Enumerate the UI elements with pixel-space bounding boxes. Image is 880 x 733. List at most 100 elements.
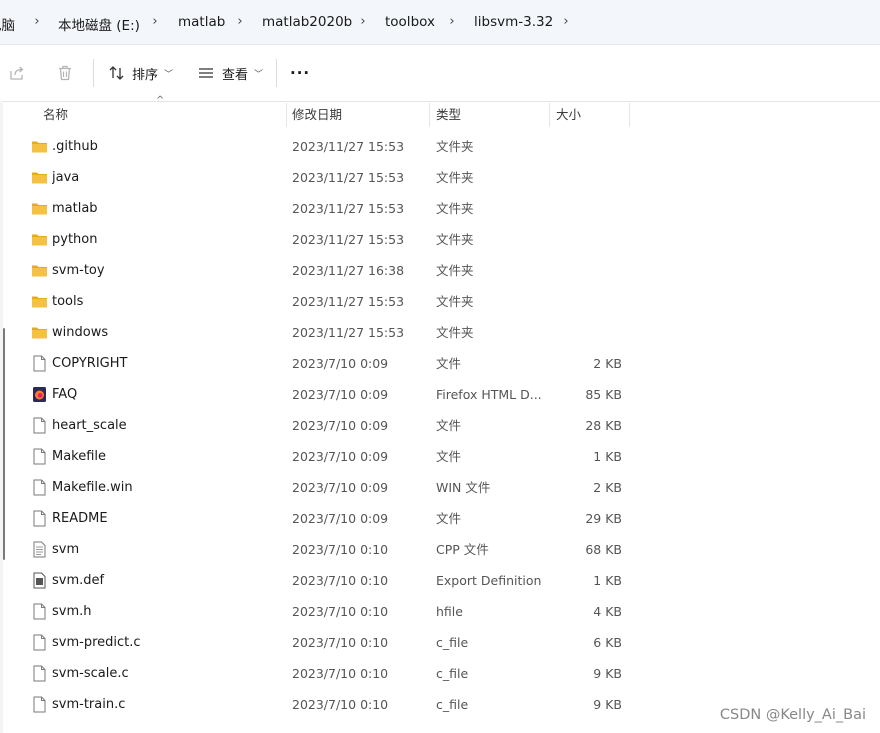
file-row[interactable]: windows 2023/11/27 15:53 文件夹 [0,317,880,348]
file-row[interactable]: svm 2023/7/10 0:10 CPP 文件 68 KB [0,534,880,565]
file-icon [31,479,48,496]
breadcrumb-item-drive[interactable]: 本地磁盘 (E:) [58,14,140,34]
chevron-right-icon: › [449,14,455,29]
file-row[interactable]: tools 2023/11/27 15:53 文件夹 [0,286,880,317]
column-header-name[interactable]: 名称 [43,101,283,129]
file-date-modified: 2023/11/27 15:53 [292,232,405,247]
share-icon [10,66,24,80]
file-name: Makefile [52,449,107,464]
file-row[interactable]: Makefile 2023/7/10 0:09 文件 1 KB [0,441,880,472]
file-type: WIN 文件 [436,480,491,495]
file-name: COPYRIGHT [52,356,128,371]
file-name: java [52,170,80,185]
chevron-right-icon[interactable]: › [559,14,573,29]
chevron-right-icon: › [34,14,40,29]
file-row[interactable]: matlab 2023/11/27 15:53 文件夹 [0,193,880,224]
file-type: 文件 [436,356,462,371]
file-row[interactable]: svm.def 2023/7/10 0:10 Export Definition..… [0,565,880,596]
share-button[interactable] [8,57,30,89]
file-row[interactable]: .github 2023/11/27 15:53 文件夹 [0,131,880,162]
chevron-right-icon: › [152,14,158,29]
breadcrumb-item-matlab2020b[interactable]: matlab2020b [262,14,352,30]
file-row[interactable]: svm-toy 2023/11/27 16:38 文件夹 [0,255,880,286]
file-size: 85 KB [585,387,622,402]
breadcrumb: 电脑 › 本地磁盘 (E:) › matlab › matlab2020b › … [0,0,880,44]
file-date-modified: 2023/7/10 0:09 [292,511,389,526]
breadcrumb-item-matlab[interactable]: matlab [178,14,225,30]
file-date-modified: 2023/11/27 15:53 [292,325,405,340]
file-type: 文件夹 [436,139,474,154]
firefox-html-icon [31,386,48,403]
sort-button[interactable]: 排序 ﹀ [108,57,173,89]
file-row[interactable]: COPYRIGHT 2023/7/10 0:09 文件 2 KB [0,348,880,379]
file-size [550,193,622,224]
breadcrumb-item-toolbox[interactable]: toolbox [385,14,435,30]
file-type: CPP 文件 [436,542,489,557]
file-type: 文件夹 [436,294,474,309]
breadcrumb-item-computer[interactable]: 电脑 [0,14,15,34]
file-date-modified: 2023/11/27 15:53 [292,170,405,185]
file-type: 文件夹 [436,201,474,216]
command-bar: 排序 ﹀ 查看 ﹀ ··· [0,45,880,102]
chevron-down-icon: ﹀ [164,69,174,80]
file-name: svm [52,542,80,557]
file-name: tools [52,294,84,309]
file-icon [31,510,48,527]
file-size [550,286,622,317]
file-type: 文件夹 [436,170,474,185]
text-file-icon [31,541,48,558]
file-row[interactable]: heart_scale 2023/7/10 0:09 文件 28 KB [0,410,880,441]
chevron-right-icon: › [360,14,366,29]
file-date-modified: 2023/7/10 0:10 [292,604,389,619]
file-row[interactable]: svm-predict.c 2023/7/10 0:10 c_file 6 KB [0,627,880,658]
more-icon: ··· [290,64,311,82]
breadcrumb-item-libsvm[interactable]: libsvm-3.32 [474,14,553,30]
file-date-modified: 2023/7/10 0:10 [292,666,389,681]
file-row[interactable]: README 2023/7/10 0:09 文件 29 KB [0,503,880,534]
watermark: CSDN @Kelly_Ai_Bai [719,707,866,723]
column-header-type[interactable]: 类型 [436,101,546,129]
file-row[interactable]: Makefile.win 2023/7/10 0:09 WIN 文件 2 KB [0,472,880,503]
file-type: 文件 [436,449,462,464]
file-row[interactable]: svm.h 2023/7/10 0:10 hfile 4 KB [0,596,880,627]
file-date-modified: 2023/7/10 0:10 [292,573,389,588]
more-options-button[interactable]: ··· [290,57,310,89]
column-divider[interactable] [286,103,287,127]
file-icon [31,603,48,620]
file-type: 文件夹 [436,232,474,247]
folder-icon [31,262,48,279]
file-name: svm-predict.c [52,635,141,650]
toolbar-divider [93,59,94,87]
file-icon [31,417,48,434]
column-header-size[interactable]: 大小 [556,101,626,129]
address-bar[interactable]: 电脑 › 本地磁盘 (E:) › matlab › matlab2020b › … [0,0,880,45]
file-size [550,131,622,162]
folder-icon [31,293,48,310]
file-name: windows [52,325,109,340]
file-name: python [52,232,98,247]
file-size: 68 KB [585,542,622,557]
file-name: .github [52,139,98,154]
file-size: 6 KB [593,635,622,650]
file-size: 2 KB [593,356,622,371]
file-type: hfile [436,604,463,619]
file-row[interactable]: FAQ 2023/7/10 0:09 Firefox HTML D... 85 KB [0,379,880,410]
file-row[interactable]: java 2023/11/27 15:53 文件夹 [0,162,880,193]
column-divider[interactable] [629,103,630,127]
column-header-date[interactable]: 修改日期 [292,101,427,129]
file-row[interactable]: svm-scale.c 2023/7/10 0:10 c_file 9 KB [0,658,880,689]
file-date-modified: 2023/11/27 16:38 [292,263,405,278]
file-type: Export Definition... [436,573,542,588]
file-icon [31,634,48,651]
column-divider[interactable] [429,103,430,127]
view-button[interactable]: 查看 ﹀ [197,57,263,89]
delete-button[interactable] [56,57,78,89]
file-size: 1 KB [593,449,622,464]
file-size [550,255,622,286]
file-row[interactable]: python 2023/11/27 15:53 文件夹 [0,224,880,255]
file-date-modified: 2023/7/10 0:10 [292,542,389,557]
file-icon [31,696,48,713]
column-divider[interactable] [549,103,550,127]
file-name: matlab [52,201,98,216]
file-size: 9 KB [593,666,622,681]
